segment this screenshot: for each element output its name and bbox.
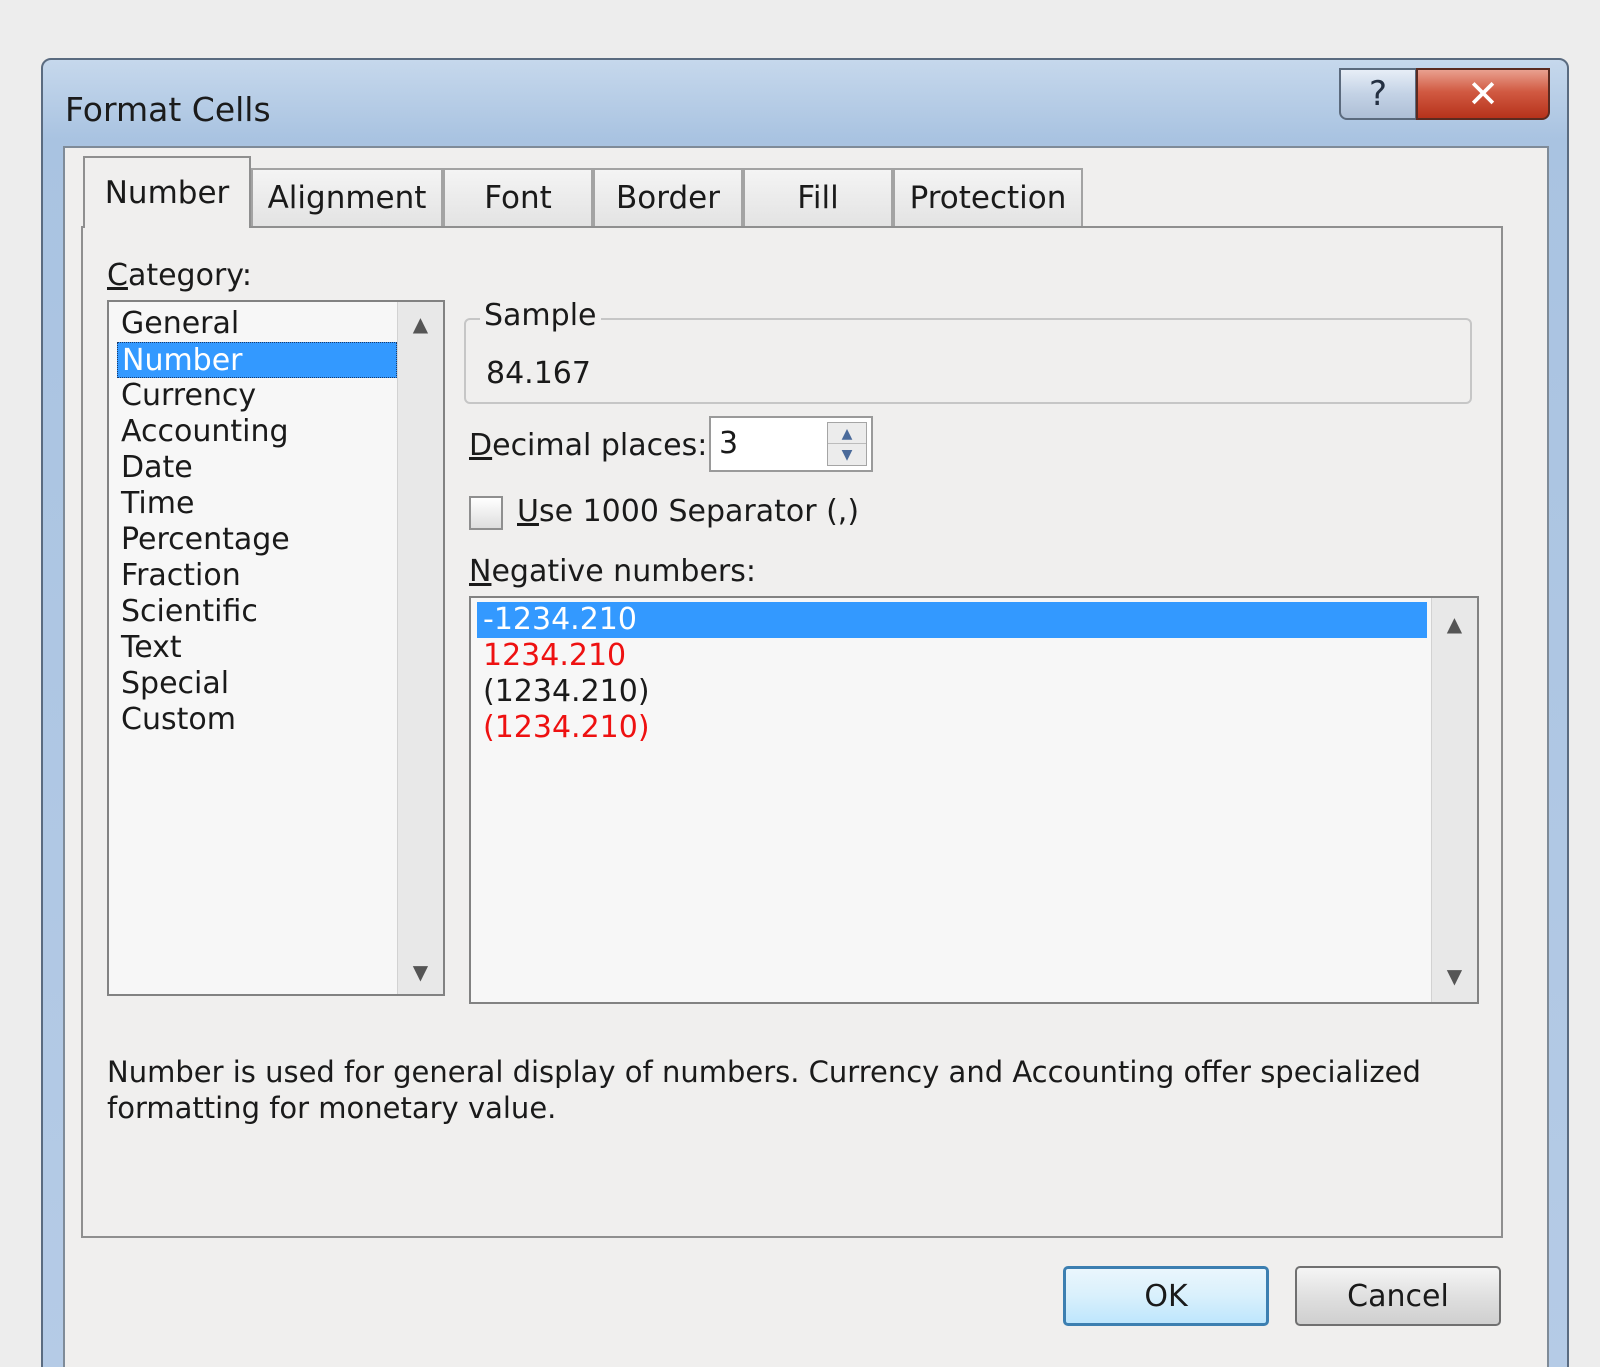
- negative-format-item[interactable]: (1234.210): [477, 674, 650, 710]
- spin-down-icon[interactable]: ▼: [828, 444, 866, 465]
- ok-button[interactable]: OK: [1063, 1266, 1269, 1326]
- help-button[interactable]: ?: [1339, 68, 1417, 120]
- sample-value: 84.167: [486, 356, 591, 391]
- negative-numbers-label: Negative numbers:: [469, 554, 757, 589]
- cancel-button[interactable]: Cancel: [1295, 1266, 1501, 1326]
- tab-border[interactable]: Border: [593, 168, 743, 226]
- decimal-places-value[interactable]: 3: [719, 426, 738, 461]
- category-item-general[interactable]: General: [117, 306, 239, 342]
- tab-protection[interactable]: Protection: [893, 168, 1083, 226]
- category-item-special[interactable]: Special: [117, 666, 229, 702]
- category-item-currency[interactable]: Currency: [117, 378, 256, 414]
- category-item-number[interactable]: Number: [117, 342, 397, 378]
- dialog-title: Format Cells: [65, 90, 271, 129]
- negative-numbers-scrollbar[interactable]: ▲ ▼: [1431, 598, 1477, 1002]
- category-item-accounting[interactable]: Accounting: [117, 414, 289, 450]
- close-icon: ✕: [1467, 72, 1499, 116]
- category-item-custom[interactable]: Custom: [117, 702, 236, 738]
- category-listbox[interactable]: General Number Currency Accounting Date …: [107, 300, 445, 996]
- help-icon: ?: [1368, 74, 1388, 114]
- category-item-text[interactable]: Text: [117, 630, 182, 666]
- category-item-percentage[interactable]: Percentage: [117, 522, 290, 558]
- spin-buttons: ▲ ▼: [827, 422, 867, 466]
- separator-checkbox[interactable]: [469, 496, 503, 530]
- category-label: Category:: [107, 258, 252, 293]
- category-scrollbar[interactable]: ▲ ▼: [397, 302, 443, 994]
- number-tab-panel: Category: General Number Currency Accoun…: [81, 226, 1503, 1238]
- category-item-date[interactable]: Date: [117, 450, 193, 486]
- tab-font[interactable]: Font: [443, 168, 593, 226]
- format-cells-dialog: Format Cells ? ✕ Number Alignment Font B…: [41, 58, 1569, 1367]
- category-item-time[interactable]: Time: [117, 486, 194, 522]
- scroll-down-arrow-icon[interactable]: ▼: [398, 960, 443, 984]
- tab-alignment[interactable]: Alignment: [251, 168, 443, 226]
- scroll-down-arrow-icon[interactable]: ▼: [1432, 964, 1477, 988]
- title-bar[interactable]: Format Cells ? ✕: [43, 60, 1567, 148]
- tab-number[interactable]: Number: [83, 156, 251, 228]
- category-item-scientific[interactable]: Scientific: [117, 594, 258, 630]
- decimal-places-spinner[interactable]: 3 ▲ ▼: [709, 416, 873, 472]
- category-description: Number is used for general display of nu…: [107, 1055, 1421, 1125]
- negative-format-item[interactable]: -1234.210: [477, 602, 1427, 638]
- tab-fill[interactable]: Fill: [743, 168, 893, 226]
- category-item-fraction[interactable]: Fraction: [117, 558, 241, 594]
- negative-format-item[interactable]: (1234.210): [477, 710, 650, 746]
- scroll-up-arrow-icon[interactable]: ▲: [1432, 612, 1477, 636]
- dialog-client-area: Number Alignment Font Border Fill Protec…: [63, 146, 1549, 1367]
- negative-format-item[interactable]: 1234.210: [477, 638, 626, 674]
- separator-label[interactable]: Use 1000 Separator (,): [517, 494, 859, 529]
- spin-up-icon[interactable]: ▲: [828, 423, 866, 444]
- sample-group: Sample 84.167: [464, 298, 1472, 404]
- sample-legend: Sample: [480, 298, 601, 333]
- negative-numbers-listbox[interactable]: -1234.210 1234.210 (1234.210) (1234.210)…: [469, 596, 1479, 1004]
- close-button[interactable]: ✕: [1416, 68, 1550, 120]
- decimal-places-label: Decimal places:: [469, 428, 708, 463]
- scroll-up-arrow-icon[interactable]: ▲: [398, 312, 443, 336]
